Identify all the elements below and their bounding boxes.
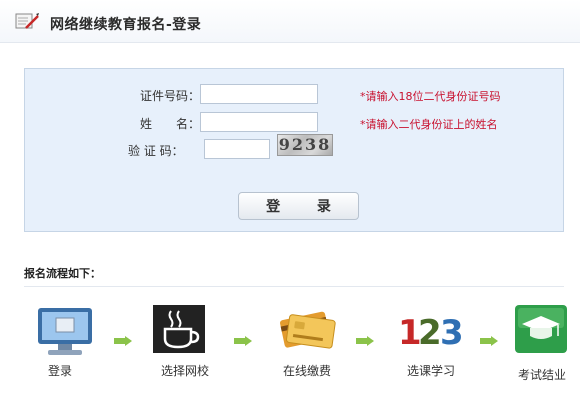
arrow-right-icon <box>356 336 374 346</box>
id-number-input[interactable] <box>200 84 318 104</box>
graduation-cap-icon <box>515 305 567 353</box>
id-number-label: 证件号码： <box>140 89 201 103</box>
page-header: 网络继续教育报名-登录 <box>0 0 580 43</box>
flow-divider <box>24 286 564 287</box>
arrow-right-icon <box>114 336 132 346</box>
coffee-cup-icon <box>153 305 205 353</box>
captcha-label: 验 证 码： <box>128 144 184 158</box>
arrow-right-icon <box>480 336 498 346</box>
name-input[interactable] <box>200 112 318 132</box>
flow-title: 报名流程如下： <box>24 267 101 280</box>
credit-cards-icon <box>280 311 336 349</box>
page-title: 网络继续教育报名-登录 <box>50 17 202 33</box>
step-online-payment-label: 在线缴费 <box>282 364 331 378</box>
captcha-input[interactable] <box>204 139 270 159</box>
id-number-hint: *请输入18位二代身份证号码 <box>360 90 501 103</box>
notepad-pen-icon <box>15 13 39 29</box>
svg-text:2: 2 <box>418 313 442 352</box>
step-exam-graduation-label: 考试结业 <box>517 368 566 382</box>
captcha-image[interactable]: 9238 <box>277 134 333 156</box>
step-choose-school-label: 选择网校 <box>160 364 209 378</box>
svg-text:3: 3 <box>440 313 464 352</box>
arrow-right-icon <box>234 336 252 346</box>
name-hint: *请输入二代身份证上的姓名 <box>360 118 498 131</box>
step-login-label: 登录 <box>47 364 72 378</box>
name-label: 姓 名： <box>140 117 201 131</box>
step-course-study-label: 选课学习 <box>406 364 455 378</box>
computer-monitor-icon <box>38 308 92 355</box>
login-button[interactable]: 登 录 <box>238 192 359 220</box>
numbers-123-icon: 1 2 3 <box>398 313 464 352</box>
